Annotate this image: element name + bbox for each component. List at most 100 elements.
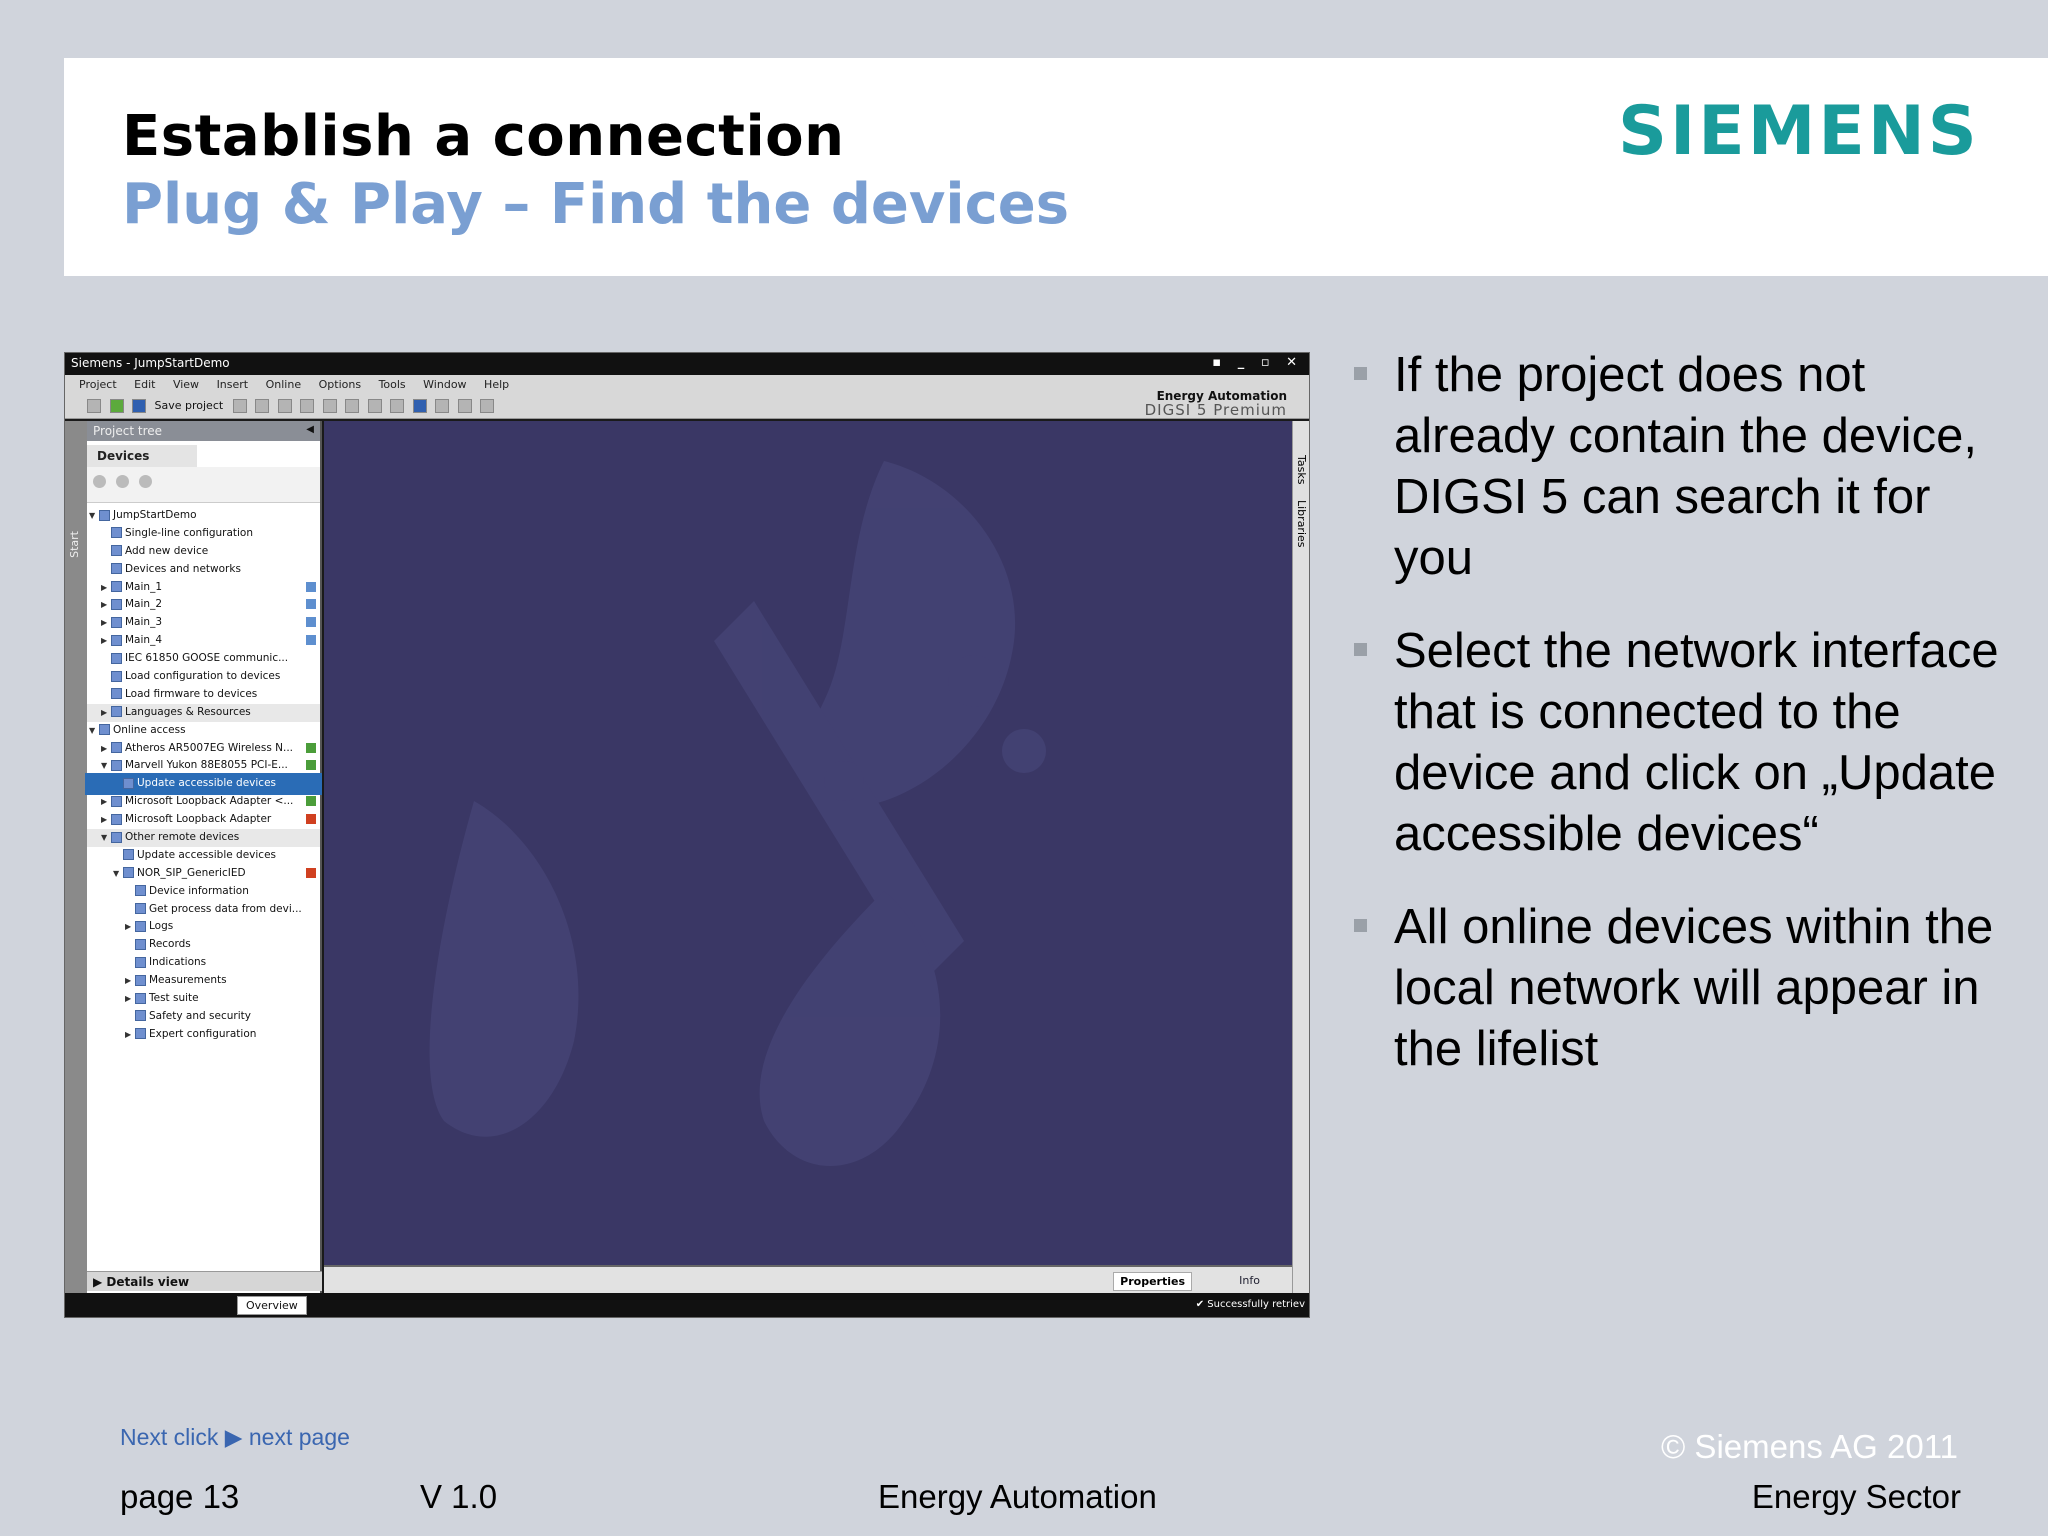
undo-icon[interactable] (345, 399, 360, 413)
inspector-bar: Properties Info (324, 1265, 1292, 1293)
properties-tab[interactable]: Properties (1113, 1272, 1192, 1291)
tree-item-update-accessible-devices[interactable]: Update accessible devices (85, 773, 322, 796)
connected-icon (306, 760, 316, 771)
split-vertical-icon[interactable] (480, 399, 495, 413)
network-icon (111, 563, 122, 575)
tree-item-load-firmware[interactable]: Load firmware to devices (87, 686, 320, 704)
tree-item-marvell[interactable]: ▼ Marvell Yukon 88E8055 PCI-E... (87, 757, 320, 775)
bullet-item: Select the network interface that is con… (1354, 621, 2004, 865)
logs-icon (135, 920, 146, 932)
new-project-icon[interactable] (87, 399, 101, 413)
start-strip[interactable]: Start (65, 421, 87, 1293)
tasks-tab[interactable]: Tasks (1293, 451, 1309, 488)
tree-item-expert-config[interactable]: ▶ Expert configuration (87, 1026, 320, 1044)
tree-item-other-remote[interactable]: ▼ Other remote devices (87, 829, 320, 847)
tree-item-goose[interactable]: IEC 61850 GOOSE communic... (87, 650, 320, 668)
tree-item-update-accessible-devices-2[interactable]: Update accessible devices (87, 847, 320, 865)
menu-options[interactable]: Options (319, 378, 361, 391)
tree-item-loopback-1[interactable]: ▶ Microsoft Loopback Adapter <... (87, 793, 320, 811)
project-tree-list: ▼ JumpStartDemo Single-line configuration… (85, 503, 322, 1044)
copy-icon[interactable] (277, 399, 292, 413)
menu-window[interactable]: Window (423, 378, 466, 391)
tab-devices[interactable]: Devices (87, 445, 197, 467)
tree-item-atheros[interactable]: ▶ Atheros AR5007EG Wireless N... (87, 740, 320, 758)
window-controls[interactable]: ▪ _ ▫ ✕ (1212, 355, 1303, 370)
tree-item-logs[interactable]: ▶ Logs (87, 918, 320, 936)
tree-item-main-1[interactable]: ▶ Main_1 (87, 579, 320, 597)
tree-item-load-config[interactable]: Load configuration to devices (87, 668, 320, 686)
tree-item-main-4[interactable]: ▶ Main_4 (87, 632, 320, 650)
accessible-devices-icon[interactable] (412, 399, 427, 413)
disconnected-icon (306, 814, 316, 825)
brand-line2: DIGSI 5 Premium (1144, 401, 1287, 419)
tree-item-indications[interactable]: Indications (87, 954, 320, 972)
footer-center: Energy Automation (878, 1478, 1157, 1515)
load-config-icon (111, 670, 122, 682)
process-data-icon (135, 903, 146, 915)
menu-insert[interactable]: Insert (217, 378, 249, 391)
bullet-list: If the project does not already contain … (1354, 345, 2004, 1112)
device-icon (111, 581, 122, 593)
details-view-toggle[interactable]: ▶ Details view (87, 1271, 322, 1291)
expert-icon (135, 1028, 146, 1040)
tree-item-project[interactable]: ▼ JumpStartDemo (87, 507, 320, 525)
tree-item-single-line[interactable]: Single-line configuration (87, 525, 320, 543)
device-icon (111, 598, 122, 610)
overview-button[interactable]: Overview (237, 1296, 307, 1315)
new-folder-icon[interactable] (93, 475, 106, 488)
task-cards: Tasks Libraries (1292, 421, 1309, 1293)
background-saxophone-image (429, 461, 1046, 1166)
print-icon[interactable] (232, 399, 247, 413)
window-title: Siemens - JumpStartDemo (71, 356, 230, 370)
tree-item-device-info[interactable]: Device information (87, 883, 320, 901)
libraries-tab[interactable]: Libraries (1293, 496, 1309, 552)
tree-item-add-device[interactable]: Add new device (87, 543, 320, 561)
tree-item-main-3[interactable]: ▶ Main_3 (87, 614, 320, 632)
menu-tools[interactable]: Tools (379, 378, 406, 391)
split-horizontal-icon[interactable] (457, 399, 472, 413)
collapse-arrow-icon[interactable]: ◀ (306, 424, 314, 435)
back-icon[interactable] (116, 475, 130, 488)
open-project-icon[interactable] (109, 399, 124, 413)
folder-icon (111, 813, 122, 825)
redo-icon[interactable] (367, 399, 382, 413)
menu-project[interactable]: Project (79, 378, 117, 391)
folder-icon (111, 706, 122, 718)
menu-help[interactable]: Help (484, 378, 509, 391)
records-icon (135, 938, 146, 950)
menu-edit[interactable]: Edit (134, 378, 155, 391)
tree-item-process-data[interactable]: Get process data from devi... (87, 901, 320, 919)
editor-area (324, 421, 1292, 1265)
save-project-button[interactable]: Save project (155, 399, 224, 412)
security-icon (135, 1010, 146, 1022)
tree-item-records[interactable]: Records (87, 936, 320, 954)
device-icon (111, 634, 122, 646)
tree-item-measurements[interactable]: ▶ Measurements (87, 972, 320, 990)
project-tree-title: Project tree (93, 424, 163, 438)
paste-icon[interactable] (300, 399, 315, 413)
info-tab[interactable]: Info (1233, 1272, 1266, 1289)
digsi-screenshot: Siemens - JumpStartDemo ▪ _ ▫ ✕ Project … (64, 352, 1310, 1318)
tree-item-devices-networks[interactable]: Devices and networks (87, 561, 320, 579)
tree-item-loopback-2[interactable]: ▶ Microsoft Loopback Adapter (87, 811, 320, 829)
tree-item-safety[interactable]: Safety and security (87, 1008, 320, 1026)
disconnect-icon[interactable] (435, 399, 450, 413)
compile-icon[interactable] (390, 399, 405, 413)
tree-item-online-access[interactable]: ▼ Online access (87, 722, 320, 740)
menu-online[interactable]: Online (266, 378, 301, 391)
delete-icon[interactable] (322, 399, 337, 413)
menu-view[interactable]: View (173, 378, 199, 391)
start-label[interactable]: Start (68, 531, 81, 558)
tree-item-test-suite[interactable]: ▶ Test suite (87, 990, 320, 1008)
forward-icon[interactable] (139, 475, 153, 488)
info-icon (135, 885, 146, 897)
bullet-item: If the project does not already contain … (1354, 345, 2004, 589)
pin-icon (306, 599, 316, 610)
tree-item-nor-sip[interactable]: ▼ NOR_SIP_GenericIED (87, 865, 320, 883)
single-line-icon (111, 527, 122, 539)
folder-icon (111, 831, 122, 843)
tree-item-main-2[interactable]: ▶ Main_2 (87, 596, 320, 614)
save-icon[interactable] (132, 399, 146, 413)
tree-item-languages[interactable]: ▶ Languages & Resources (87, 703, 320, 722)
cut-icon[interactable] (255, 399, 270, 413)
